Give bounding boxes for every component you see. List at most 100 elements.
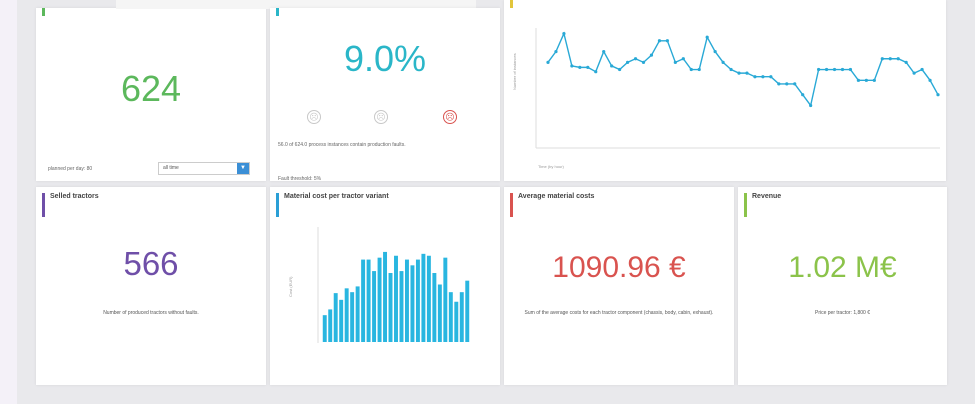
material-cost-bar bbox=[355, 286, 360, 342]
material-cost-bar bbox=[328, 309, 333, 342]
material-cost-bar-chart: Cost (EUR) bbox=[288, 227, 470, 343]
material-cost-bar bbox=[415, 259, 420, 342]
left-sidebar-strip bbox=[0, 0, 17, 404]
line-point bbox=[657, 39, 662, 43]
material-cost-bar bbox=[404, 259, 409, 342]
line-point bbox=[888, 57, 892, 61]
material-cost-card: Material cost per tractor variant Cost (… bbox=[270, 187, 500, 385]
line-point bbox=[824, 67, 829, 72]
line-point bbox=[872, 78, 876, 82]
material-cost-bar bbox=[443, 257, 448, 342]
material-cost-bar bbox=[372, 271, 377, 342]
line-point bbox=[817, 67, 821, 72]
line-point bbox=[713, 49, 717, 54]
material-cost-bar bbox=[448, 292, 453, 342]
line-point bbox=[697, 67, 701, 72]
sold-tractors-card: Selled tractors 566 Number of produced t… bbox=[36, 187, 266, 385]
line-series bbox=[547, 31, 939, 108]
time-filter-dropdown[interactable]: all time ▼ bbox=[158, 162, 250, 175]
material-cost-bar bbox=[350, 292, 355, 342]
neutral-face-icon: ☹ bbox=[374, 110, 388, 124]
line-point bbox=[896, 57, 900, 61]
material-cost-bar bbox=[344, 288, 349, 342]
material-cost-bar bbox=[399, 271, 404, 342]
chevron-down-icon[interactable]: ▼ bbox=[237, 163, 249, 174]
line-point bbox=[546, 60, 550, 64]
material-cost-bar bbox=[377, 257, 382, 342]
revenue-accent bbox=[744, 193, 747, 217]
line-point bbox=[840, 67, 845, 72]
material-cost-bar bbox=[361, 259, 366, 342]
material-cost-bar bbox=[421, 253, 426, 342]
bar-y-axis-label: Cost (EUR) bbox=[288, 276, 293, 297]
material-cost-bar bbox=[383, 251, 388, 342]
line-point bbox=[578, 65, 582, 69]
line-point bbox=[745, 71, 749, 75]
sad-face-icon: ☹ bbox=[443, 110, 457, 124]
line-point bbox=[777, 82, 781, 86]
sold-tractors-note: Number of produced tractors without faul… bbox=[103, 310, 199, 316]
line-point bbox=[793, 82, 797, 86]
avg-material-cost-card: Average material costs 1090.96 € Sum of … bbox=[504, 187, 734, 385]
line-point bbox=[785, 82, 789, 86]
line-point bbox=[737, 71, 741, 75]
sold-tractors-title: Selled tractors bbox=[50, 193, 99, 200]
line-point bbox=[904, 60, 908, 64]
line-point bbox=[920, 67, 924, 72]
line-point bbox=[801, 93, 805, 97]
line-point bbox=[665, 39, 669, 43]
line-point bbox=[705, 35, 709, 39]
line-point bbox=[848, 67, 853, 72]
line-point bbox=[928, 78, 932, 82]
line-point bbox=[562, 31, 566, 36]
sold-tractors-accent bbox=[42, 193, 45, 217]
material-cost-bar bbox=[339, 299, 344, 342]
line-point bbox=[864, 78, 868, 82]
material-cost-bar bbox=[426, 255, 431, 342]
avg-cost-value: 1090.96 € bbox=[552, 251, 686, 284]
line-point bbox=[610, 64, 614, 68]
material-cost-bar bbox=[437, 284, 442, 342]
line-point bbox=[729, 67, 733, 72]
line-point bbox=[753, 75, 757, 79]
material-cost-bar bbox=[459, 292, 464, 342]
avg-cost-note: Sum of the average costs for each tracto… bbox=[524, 310, 714, 316]
line-point bbox=[809, 103, 813, 108]
planned-accent bbox=[42, 8, 45, 16]
line-point bbox=[570, 64, 574, 68]
defect-rate-accent bbox=[276, 8, 279, 16]
timeline-card: Number of instances Time (by hour) bbox=[504, 0, 946, 181]
line-x-axis-label: Time (by hour) bbox=[538, 164, 565, 169]
line-point bbox=[554, 49, 558, 54]
instances-line-chart: Number of instances Time (by hour) bbox=[512, 28, 940, 169]
material-cost-bar bbox=[410, 265, 415, 342]
line-point bbox=[633, 57, 638, 61]
material-cost-bar bbox=[366, 259, 371, 342]
material-cost-bar bbox=[465, 280, 470, 342]
neutral-face-icon: ☹ bbox=[307, 110, 321, 124]
line-point bbox=[625, 60, 630, 64]
defect-rate-card: 9.0% ☹ ☹ ☹ 56.0 of 624.0 process instanc… bbox=[270, 8, 500, 182]
material-cost-bar bbox=[394, 255, 398, 342]
material-cost-bar bbox=[388, 273, 393, 342]
line-point bbox=[912, 71, 916, 75]
line-point bbox=[832, 67, 837, 72]
material-cost-bar bbox=[454, 301, 459, 342]
line-point bbox=[856, 78, 861, 82]
line-point bbox=[594, 70, 598, 74]
line-point bbox=[586, 65, 590, 69]
planned-card: 624 planned per day: 80 all time ▼ bbox=[36, 8, 266, 181]
line-point bbox=[649, 53, 654, 57]
line-point bbox=[936, 93, 940, 97]
planned-value: 624 bbox=[120, 68, 182, 109]
line-point bbox=[721, 60, 725, 64]
planned-footer: planned per day: 80 bbox=[48, 166, 93, 172]
line-point bbox=[761, 75, 765, 79]
fault-threshold: Fault threshold: 5% bbox=[278, 176, 322, 182]
sold-tractors-value: 566 bbox=[123, 245, 179, 282]
material-cost-bar bbox=[432, 273, 437, 342]
defect-rate-value: 9.0% bbox=[343, 38, 427, 79]
avg-cost-accent bbox=[510, 193, 513, 217]
line-point bbox=[880, 57, 884, 61]
line-y-axis-label: Number of instances bbox=[512, 53, 517, 90]
